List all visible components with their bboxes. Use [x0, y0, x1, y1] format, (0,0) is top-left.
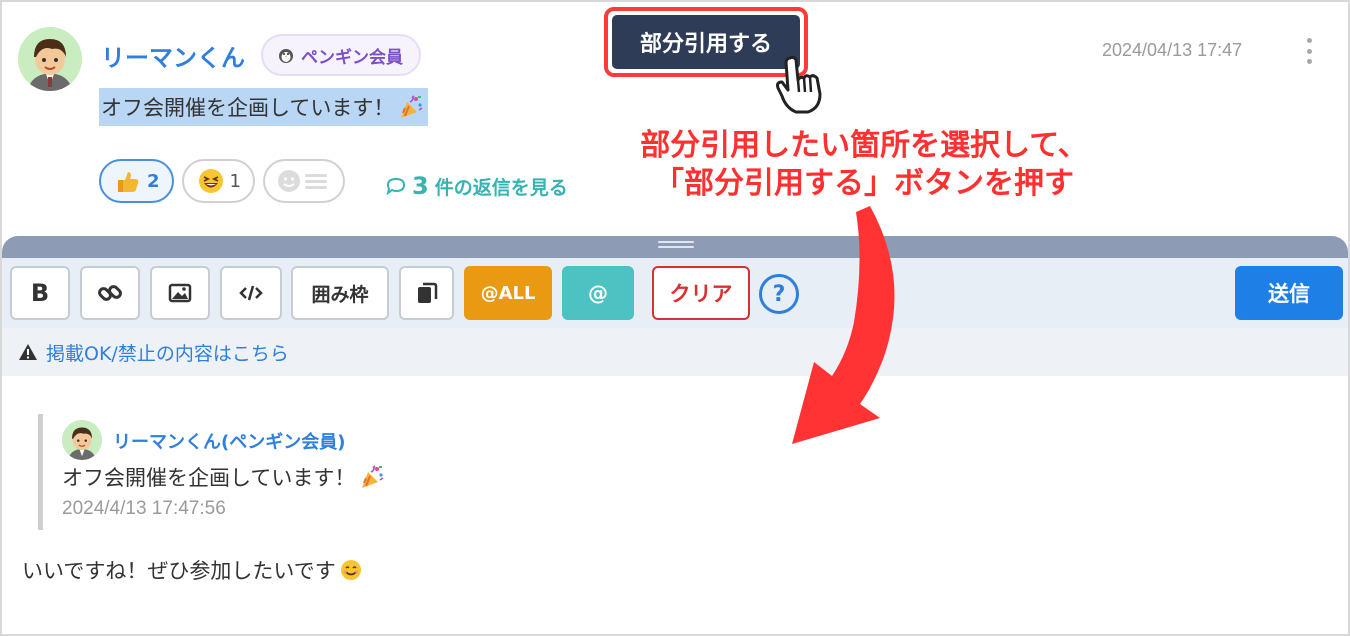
message-text-label: オフ会開催を企画しています！: [101, 96, 395, 120]
warning-icon: [19, 344, 37, 360]
penguin-icon: [279, 49, 293, 63]
clear-button[interactable]: クリア: [652, 266, 750, 320]
smiling-face-icon: [340, 560, 361, 580]
mention-all-button[interactable]: @ALL: [464, 266, 552, 320]
code-button[interactable]: [220, 266, 282, 320]
bold-button[interactable]: B: [10, 266, 70, 320]
party-popper-icon: [401, 95, 423, 118]
add-reaction-button[interactable]: [262, 159, 345, 203]
speech-bubble-icon: [386, 177, 406, 195]
reply-input-text[interactable]: いいですね！ぜひ参加したいです: [22, 555, 362, 585]
send-button[interactable]: 送信: [1235, 266, 1343, 320]
mention-button[interactable]: @: [562, 266, 634, 320]
image-button[interactable]: [150, 266, 210, 320]
editor-toolbar: B 囲み枠 @ALL @ クリア ? 送信: [2, 258, 1348, 328]
notice-bar: 掲載OK/禁止の内容はこちら: [2, 328, 1348, 376]
laughing-face-icon: [198, 169, 223, 193]
reaction-count: 2: [147, 170, 160, 192]
thumbs-up-icon: [118, 172, 139, 192]
username[interactable]: リーマンくん: [101, 38, 245, 73]
quote-date: 2024/4/13 17:47:56: [62, 498, 226, 519]
hand-pointer-icon: [776, 55, 822, 114]
curved-arrow-icon: [792, 206, 895, 444]
annotation-line-1: 部分引用したい箇所を選択して、: [640, 128, 1088, 163]
frame-button[interactable]: 囲み枠: [291, 266, 389, 320]
reaction-thumbs-up[interactable]: 2: [99, 159, 174, 203]
quote-text: オフ会開催を企画しています！: [62, 462, 385, 492]
message-card: リーマンくん ペンギン会員 部分引用する 2024/04/13 17:47 オフ…: [2, 2, 1348, 236]
message-timestamp: 2024/04/13 17:47: [1102, 40, 1243, 60]
quote-text-label: オフ会開催を企画しています！: [62, 466, 356, 490]
message-text[interactable]: オフ会開催を企画しています！: [99, 88, 429, 126]
quote-bar: [38, 414, 43, 530]
user-avatar[interactable]: [18, 27, 82, 91]
reply-text-label: いいですね！ぜひ参加したいです: [22, 559, 336, 583]
image-icon: [168, 283, 192, 303]
member-badge: ペンギン会員: [261, 34, 421, 76]
add-emoji-icon: [277, 170, 327, 192]
reaction-count: 1: [229, 170, 241, 192]
reactions-bar: 2 1: [99, 159, 345, 203]
link-button[interactable]: [80, 266, 140, 320]
code-icon: [239, 285, 263, 301]
grip-icon: [658, 241, 694, 251]
resize-handle[interactable]: [2, 236, 1348, 258]
quote-avatar: [62, 420, 102, 460]
copy-button[interactable]: [399, 266, 454, 320]
posting-rules-link[interactable]: 掲載OK/禁止の内容はこちら: [46, 339, 289, 366]
link-icon: [98, 285, 122, 301]
view-replies-link[interactable]: 3 件の返信を見る: [386, 172, 568, 200]
quote-author: リーマンくん(ペンギン会員): [113, 432, 346, 453]
reply-label: 件の返信を見る: [434, 176, 568, 199]
reply-count: 3: [412, 172, 429, 200]
party-popper-icon: [362, 465, 384, 488]
member-badge-label: ペンギン会員: [301, 47, 403, 68]
copy-icon: [417, 282, 437, 303]
app-frame: リーマンくん ペンギン会員 部分引用する 2024/04/13 17:47 オフ…: [0, 0, 1350, 636]
more-menu-icon[interactable]: [1302, 38, 1316, 64]
reaction-laughing[interactable]: 1: [181, 159, 255, 203]
